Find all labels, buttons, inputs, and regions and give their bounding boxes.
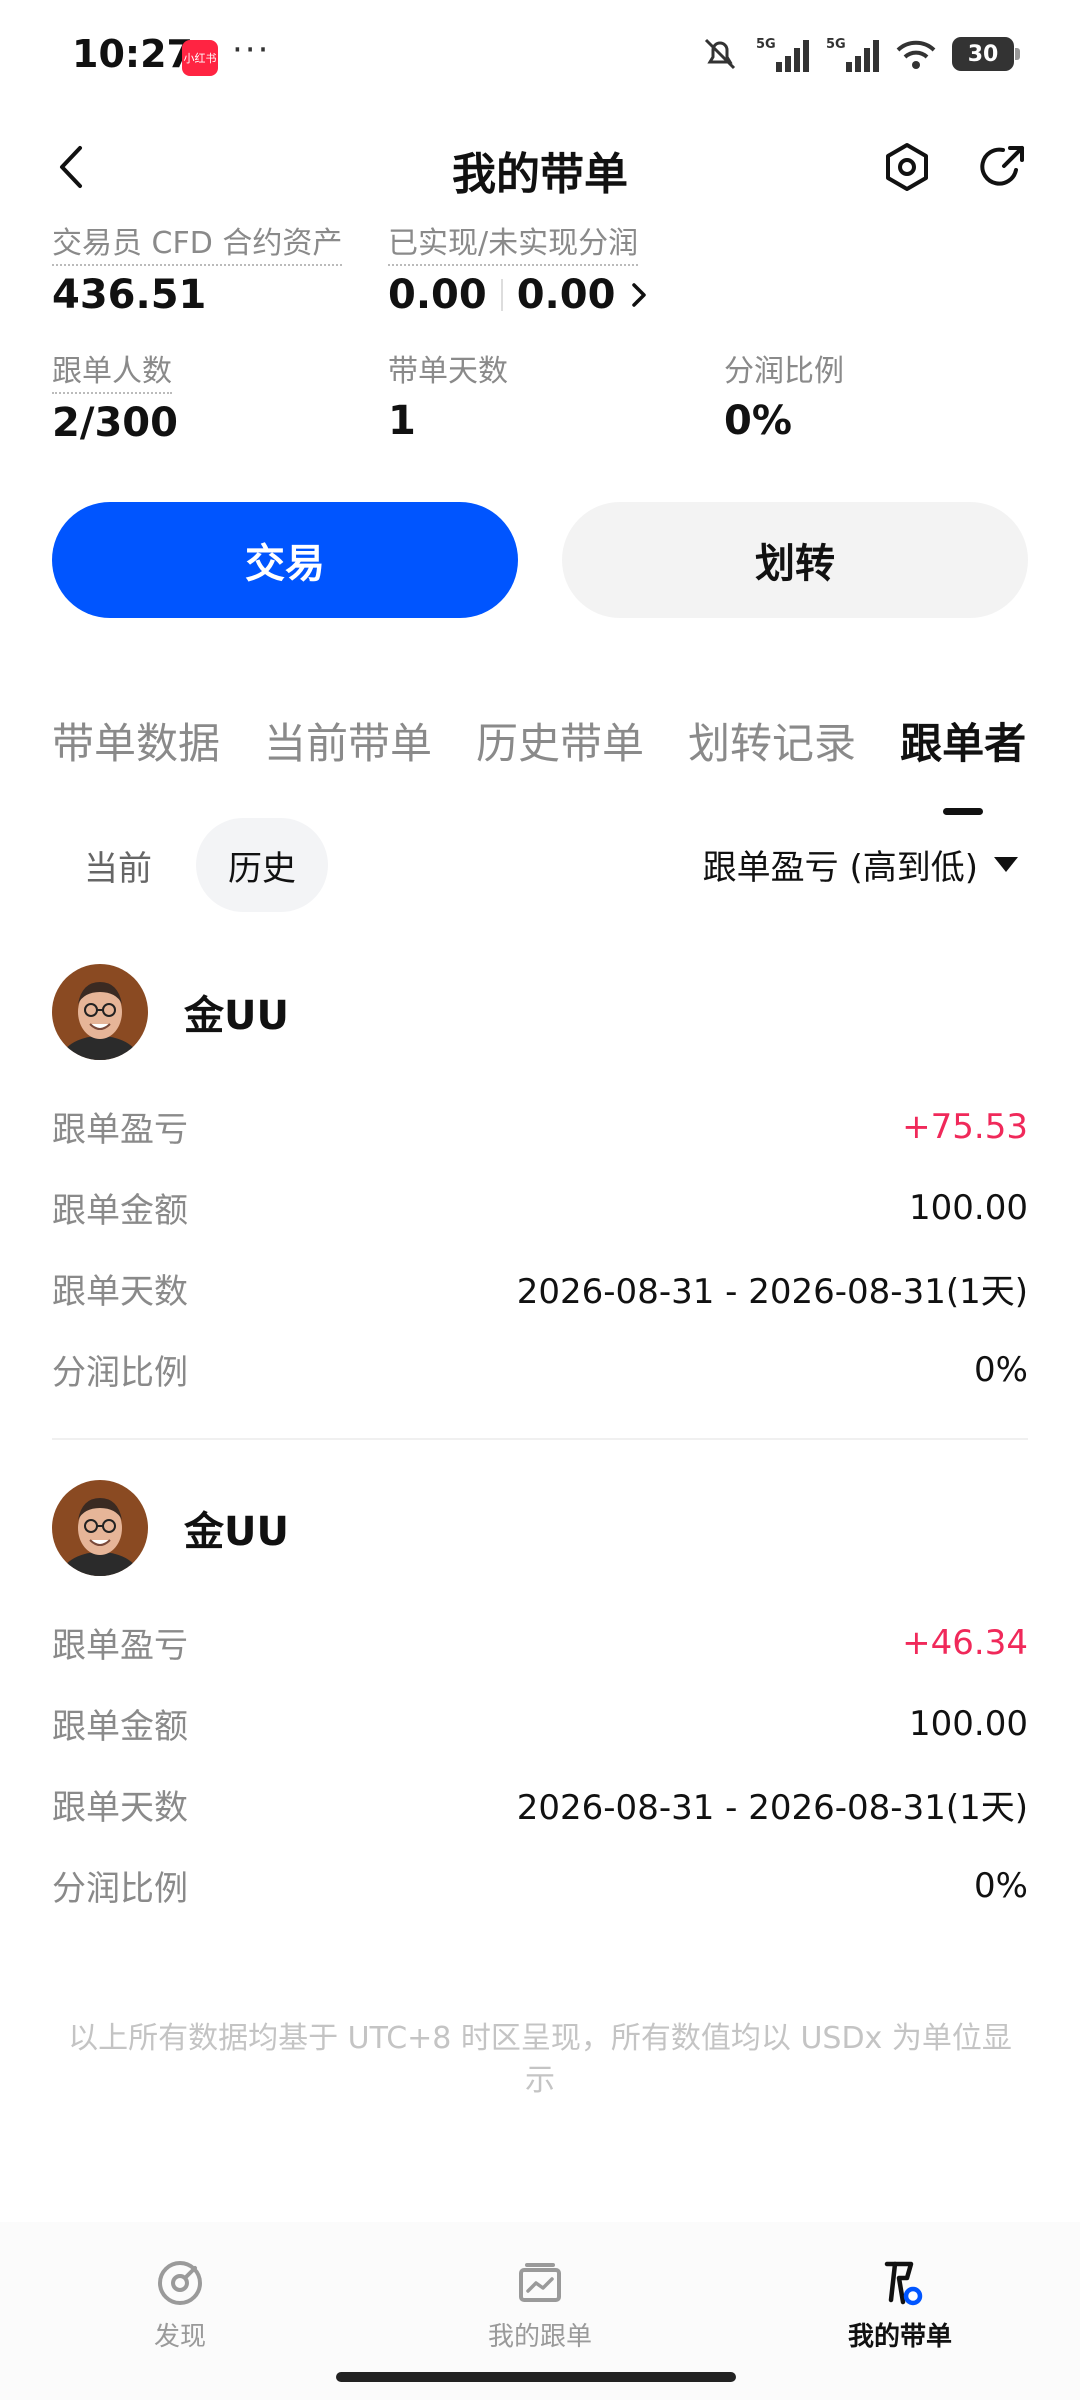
realized-profit: 0.00 xyxy=(388,272,487,318)
cfd-assets-stat: 交易员 CFD 合约资产 436.51 xyxy=(52,218,343,318)
cfd-assets-label[interactable]: 交易员 CFD 合约资产 xyxy=(52,218,343,266)
follower-header: 金UU xyxy=(52,964,1028,1060)
caret-down-icon xyxy=(994,857,1018,872)
amount-value: 100.00 xyxy=(909,1187,1028,1228)
followers-value: 2/300 xyxy=(52,400,178,446)
battery-icon: 30 xyxy=(952,37,1020,71)
pnl-row: 跟单盈亏 +75.53 xyxy=(52,1086,1028,1167)
timezone-footnote: 以上所有数据均基于 UTC+8 时区呈现，所有数值均以 USDx 为单位显示 xyxy=(68,2021,1012,2098)
share-icon[interactable] xyxy=(976,140,1030,194)
ratio-row: 分润比例 0% xyxy=(52,1329,1028,1410)
sort-label: 跟单盈亏 (高到低) xyxy=(702,848,978,888)
subtab-history[interactable]: 历史 xyxy=(196,818,328,912)
trade-button[interactable]: 交易 xyxy=(52,502,518,618)
discover-icon xyxy=(158,2261,202,2305)
profit-share-label[interactable]: 已实现/未实现分润 xyxy=(388,218,639,266)
subtab-current[interactable]: 当前 xyxy=(52,818,184,912)
transfer-button[interactable]: 划转 xyxy=(562,502,1028,618)
amount-label: 跟单金额 xyxy=(52,1707,188,1747)
nav-label: 我的跟单 xyxy=(487,2322,592,2352)
profit-ratio-value: 0% xyxy=(724,398,792,444)
follower-header: 金UU xyxy=(52,1480,1028,1576)
ratio-row: 分润比例 0% xyxy=(52,1845,1028,1926)
followers-stat: 跟单人数 2/300 xyxy=(52,346,178,446)
avatar xyxy=(52,1480,148,1576)
lead-days-stat: 带单天数 1 xyxy=(388,346,508,444)
sort-dropdown[interactable]: 跟单盈亏 (高到低) xyxy=(703,840,1018,889)
signal-label: 5G xyxy=(756,37,776,52)
signal-icon-2: 5G xyxy=(826,37,879,72)
unrealized-profit: 0.00 xyxy=(516,272,616,318)
status-time: 10:27 xyxy=(72,32,193,76)
pnl-label: 跟单盈亏 xyxy=(52,1626,188,1666)
pnl-value: +75.53 xyxy=(902,1106,1028,1147)
amount-row: 跟单金额 100.00 xyxy=(52,1167,1028,1248)
tab-history-leads[interactable]: 历史带单 xyxy=(476,710,644,771)
days-value: 2026-08-31 - 2026-08-31(1天) xyxy=(516,1788,1028,1828)
ratio-label: 分润比例 xyxy=(52,1869,188,1909)
ratio-label: 分润比例 xyxy=(52,1353,188,1393)
ratio-value: 0% xyxy=(974,1349,1028,1390)
avatar xyxy=(52,964,148,1060)
lead-trade-icon xyxy=(884,2261,923,2306)
profit-share-stat[interactable]: 已实现/未实现分润 0.00 0.00 xyxy=(388,218,649,318)
nav-my-copy-trades[interactable]: 我的跟单 xyxy=(440,2256,640,2353)
follower-name: 金UU xyxy=(184,993,289,1039)
amount-row: 跟单金额 100.00 xyxy=(52,1683,1028,1764)
status-bar: 10:27 小红书 ··· 5G 5G 30 xyxy=(0,0,1080,112)
days-label: 跟单天数 xyxy=(52,1788,188,1828)
signal-label-2: 5G xyxy=(826,37,846,52)
follower-record: 金UU 跟单盈亏 +46.34 跟单金额 100.00 跟单天数 2026-08… xyxy=(52,1480,1028,1926)
value-separator xyxy=(500,279,503,311)
days-row: 跟单天数 2026-08-31 - 2026-08-31(1天) xyxy=(52,1764,1028,1845)
lead-days-value: 1 xyxy=(388,398,416,444)
section-tabs: 带单数据 当前带单 历史带单 划转记录 跟单者 xyxy=(52,710,1026,815)
pnl-value: +46.34 xyxy=(902,1622,1028,1663)
pnl-label: 跟单盈亏 xyxy=(52,1110,188,1150)
ratio-value: 0% xyxy=(974,1865,1028,1906)
record-divider xyxy=(52,1438,1028,1440)
days-row: 跟单天数 2026-08-31 - 2026-08-31(1天) xyxy=(52,1248,1028,1329)
more-notifications-icon: ··· xyxy=(232,30,271,70)
xiaohongshu-app-icon: 小红书 xyxy=(182,40,218,76)
status-icons: 5G 5G 30 xyxy=(700,34,1020,74)
nav-discover[interactable]: 发现 xyxy=(80,2256,280,2353)
pnl-row: 跟单盈亏 +46.34 xyxy=(52,1602,1028,1683)
app-header: 我的带单 xyxy=(0,112,1080,222)
copy-trade-icon xyxy=(519,2263,561,2302)
lead-days-label: 带单天数 xyxy=(388,354,508,389)
follower-name: 金UU xyxy=(184,1509,289,1555)
profit-ratio-label: 分润比例 xyxy=(724,354,844,389)
battery-level: 30 xyxy=(967,41,999,67)
cfd-assets-value: 436.51 xyxy=(52,272,207,318)
profit-share-values[interactable]: 0.00 0.00 xyxy=(388,272,649,318)
tab-current-leads[interactable]: 当前带单 xyxy=(264,710,432,771)
days-label: 跟单天数 xyxy=(52,1272,188,1312)
tab-lead-data[interactable]: 带单数据 xyxy=(52,710,220,771)
follower-record: 金UU 跟单盈亏 +75.53 跟单金额 100.00 跟单天数 2026-08… xyxy=(52,964,1028,1410)
tab-followers[interactable]: 跟单者 xyxy=(900,710,1026,815)
settings-icon[interactable] xyxy=(880,140,934,194)
days-value: 2026-08-31 - 2026-08-31(1天) xyxy=(516,1272,1028,1312)
nav-label: 发现 xyxy=(153,2322,206,2352)
followers-label[interactable]: 跟单人数 xyxy=(52,346,172,394)
home-indicator[interactable] xyxy=(336,2372,736,2382)
profit-ratio-stat: 分润比例 0% xyxy=(724,346,844,444)
mute-icon xyxy=(704,38,736,70)
signal-icon: 5G xyxy=(756,37,809,72)
tab-transfer-records[interactable]: 划转记录 xyxy=(688,710,856,771)
sub-tabs: 当前 历史 xyxy=(52,818,328,912)
amount-label: 跟单金额 xyxy=(52,1191,188,1231)
nav-label: 我的带单 xyxy=(847,2322,952,2352)
amount-value: 100.00 xyxy=(909,1703,1028,1744)
wifi-icon xyxy=(896,40,936,69)
chevron-right-icon[interactable] xyxy=(629,280,649,310)
nav-my-lead-trades[interactable]: 我的带单 xyxy=(800,2256,1000,2353)
